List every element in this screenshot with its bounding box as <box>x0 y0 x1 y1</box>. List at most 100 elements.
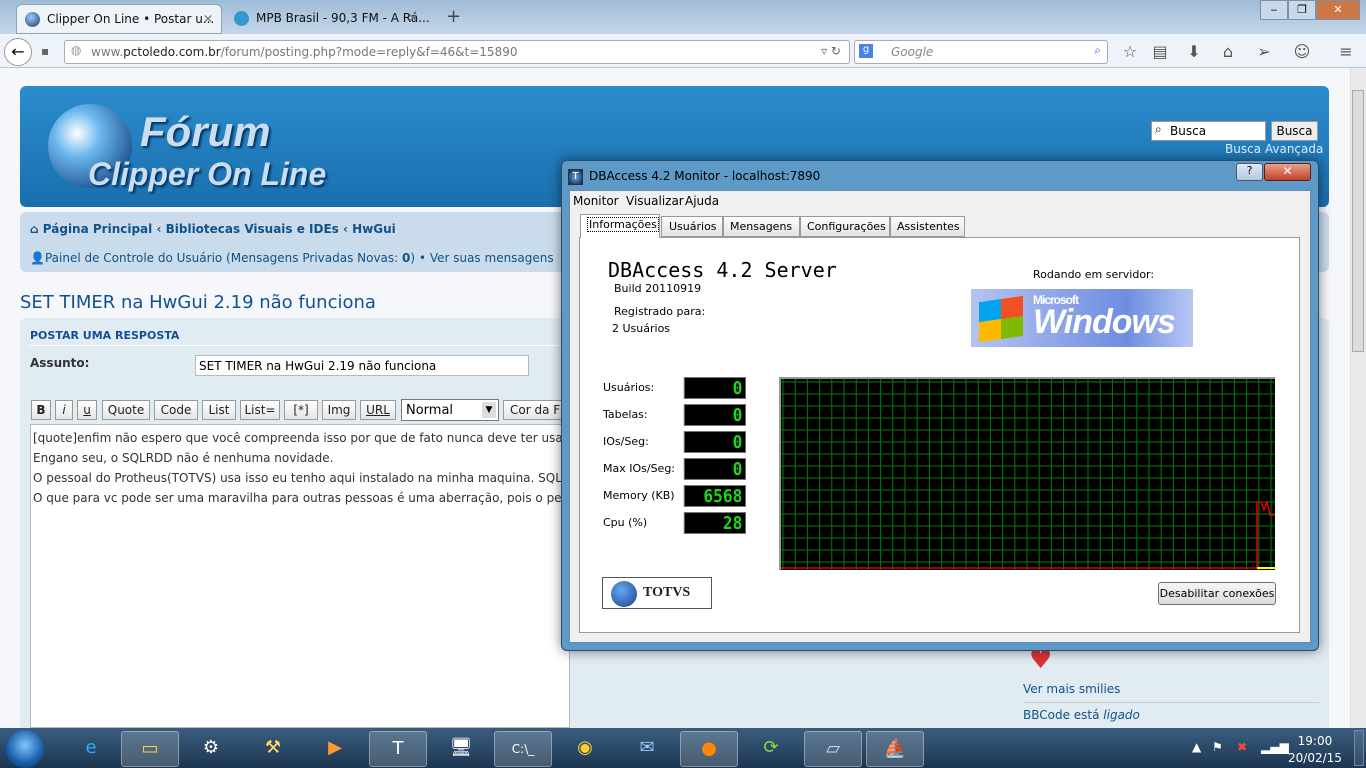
forum-search-input[interactable]: ⌕ Busca <box>1151 121 1266 141</box>
underline-button[interactable]: u <box>77 400 97 420</box>
stat-lcd-value: 0 <box>683 377 746 399</box>
url-host: pctoledo.com.br <box>123 45 221 59</box>
firefox-icon[interactable]: ● <box>680 731 738 767</box>
search-engine-input[interactable]: g Google ⌕ <box>854 40 1108 64</box>
tab-mensagens[interactable]: Mensagens <box>723 216 800 237</box>
new-tab-icon[interactable]: + <box>446 6 461 27</box>
crumb-sep: ‹ <box>156 222 162 236</box>
chrome-icon[interactable]: ◉ <box>556 731 614 767</box>
network-icon[interactable]: 🖥 <box>432 731 490 767</box>
message-line: O que para vc pode ser uma maravilha par… <box>33 491 570 505</box>
tab-configuracoes[interactable]: Configurações <box>800 216 890 237</box>
running-on-label: Rodando em servidor: <box>1033 268 1155 281</box>
hello-icon[interactable]: ☺ <box>1292 42 1312 62</box>
url-button[interactable]: URL <box>360 400 396 420</box>
ordered-list-button[interactable]: List= <box>240 400 280 420</box>
ie-icon[interactable]: e <box>62 731 120 767</box>
reload-icon[interactable]: ▿ ↻ <box>821 44 841 58</box>
download-icon[interactable]: ⬇ <box>1184 42 1204 62</box>
close-button[interactable]: ✕ <box>1264 163 1311 181</box>
globe-icon: ◍ <box>71 43 82 57</box>
crumb-forum[interactable]: HwGui <box>352 222 396 236</box>
url-bar[interactable]: ▪ ◍ www.pctoledo.com.br/forum/posting.php?… <box>41 40 850 64</box>
signal-icon[interactable]: ▂▄▆ <box>1261 740 1289 754</box>
tab-assistentes[interactable]: Assistentes <box>890 216 965 237</box>
list-item-button[interactable]: [*] <box>284 400 318 420</box>
subject-label: Assunto: <box>30 356 90 370</box>
close-window-button[interactable]: ✕ <box>1316 0 1360 20</box>
explorer-icon[interactable]: ▭ <box>121 731 179 767</box>
browser-tab-clipper[interactable]: Clipper On Line • Postar u... ✕ <box>16 4 222 34</box>
tools-icon[interactable]: ⚒ <box>244 731 302 767</box>
logo-windows: Windows <box>1033 303 1176 341</box>
menu-icon[interactable]: ≡ <box>1336 42 1356 62</box>
list-button[interactable]: List <box>202 400 236 420</box>
crumb-category[interactable]: Bibliotecas Visuais e IDEs <box>166 222 339 236</box>
power-icon[interactable]: ✖ <box>1237 740 1247 754</box>
logo-microsoft: Microsoft <box>1033 293 1079 307</box>
totvs-logo: TOTVS <box>602 577 712 609</box>
search-icon[interactable]: ⌕ <box>1094 43 1101 58</box>
view-messages-link[interactable]: Ver suas mensagens <box>430 251 554 265</box>
show-desktop-button[interactable] <box>1354 730 1364 766</box>
italic-button[interactable]: i <box>55 400 73 420</box>
advanced-search-link[interactable]: Busca Avançada <box>1225 142 1323 156</box>
close-tab-icon[interactable]: ✕ <box>203 12 213 26</box>
cpu-series-line <box>781 499 1275 569</box>
settings-icon[interactable]: ⚙ <box>182 731 240 767</box>
tab-informacoes[interactable]: Informações <box>580 214 660 238</box>
sync-icon[interactable]: ⟳ <box>742 731 800 767</box>
logo-subtext[interactable]: Clipper On Line <box>88 156 326 193</box>
home-icon[interactable]: ⌂ <box>1218 42 1238 62</box>
search-value: Busca <box>1170 124 1207 138</box>
browser-tab-mpb[interactable]: MPB Brasil - 90,3 FM - A Rá... ✕ <box>226 4 430 34</box>
notes-icon[interactable]: ▱ <box>804 731 862 767</box>
menu-visualizar[interactable]: Visualizar <box>626 194 684 208</box>
media-player-icon[interactable]: ▶ <box>306 731 364 767</box>
crumb-sep: ‹ <box>343 222 348 236</box>
quote-button[interactable]: Quote <box>102 400 150 420</box>
message-textarea[interactable]: [quote]enfim não espero que você compree… <box>30 424 570 728</box>
star-icon[interactable]: ☆ <box>1120 42 1140 62</box>
more-smilies-link[interactable]: Ver mais smilies <box>1023 682 1120 696</box>
tray-expand-icon[interactable]: ▲ <box>1192 740 1201 754</box>
menu-monitor[interactable]: Monitor <box>573 194 619 208</box>
minimize-button[interactable]: ‒ <box>1260 0 1288 20</box>
crumb-home[interactable]: Página Principal <box>43 222 153 236</box>
logo-text[interactable]: Fórum <box>140 108 271 156</box>
code-button[interactable]: Code <box>154 400 198 420</box>
reading-list-icon[interactable]: ▤ <box>1150 42 1170 62</box>
bold-button[interactable]: B <box>31 400 51 420</box>
font-size-select[interactable]: Normal ▼ <box>401 399 499 421</box>
maximize-button[interactable]: ❐ <box>1288 0 1316 20</box>
scrollbar-thumb[interactable] <box>1352 90 1364 352</box>
cmd-icon[interactable]: C:\_ <box>494 731 552 767</box>
ucp-link[interactable]: Painel de Controle do Usuário (Mensagens… <box>45 251 402 265</box>
totvs-globe-icon <box>611 581 637 607</box>
heart-smiley-icon[interactable]: ♥ <box>1029 647 1055 673</box>
search-button[interactable]: Busca <box>1271 121 1318 141</box>
img-button[interactable]: Img <box>322 400 356 420</box>
activity-graph <box>779 377 1275 570</box>
close-tab-icon[interactable]: ✕ <box>408 11 418 25</box>
start-button[interactable] <box>6 730 44 768</box>
clock[interactable]: 19:00 20/02/15 <box>1288 733 1342 767</box>
bookmarks-icon[interactable]: ▪ <box>41 44 49 58</box>
thunderbird-icon[interactable]: ✉ <box>618 731 676 767</box>
disable-connections-button[interactable]: Desabilitar conexões <box>1158 582 1276 605</box>
back-icon[interactable]: ← <box>4 38 32 66</box>
menu-ajuda[interactable]: Ajuda <box>685 194 719 208</box>
windows-flag-icon <box>979 295 1023 343</box>
stat-label: Max IOs/Seg: <box>603 462 676 475</box>
help-button[interactable]: ? <box>1236 163 1263 181</box>
action-center-flag-icon[interactable]: ⚑ <box>1212 740 1223 754</box>
divider <box>30 345 570 346</box>
google-icon[interactable]: g <box>859 44 873 58</box>
app-icon[interactable]: ⛵ <box>866 731 924 767</box>
subject-input[interactable]: SET TIMER na HwGui 2.19 não funciona <box>195 355 529 376</box>
divider <box>1023 702 1319 703</box>
topic-title[interactable]: SET TIMER na HwGui 2.19 não funciona <box>20 292 376 313</box>
totvs-taskbar-icon[interactable]: T <box>369 731 427 767</box>
share-icon[interactable]: ➢ <box>1254 42 1274 62</box>
tab-usuarios[interactable]: Usuários <box>661 216 723 237</box>
